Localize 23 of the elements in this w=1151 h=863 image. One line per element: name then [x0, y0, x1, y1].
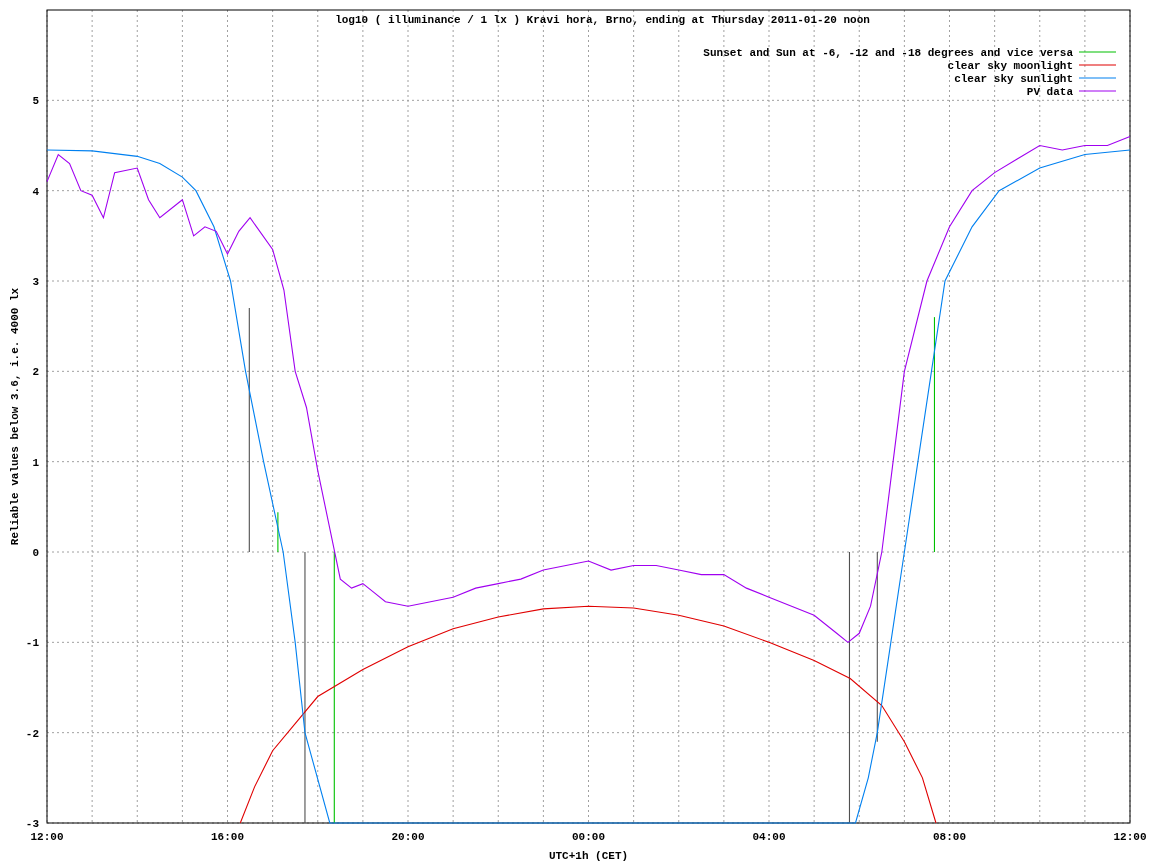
y-tick-label: -1	[25, 637, 39, 650]
y-tick-label: 1	[32, 456, 39, 469]
x-tick-label: 16:00	[211, 831, 244, 843]
legend-label: clear sky sunlight	[954, 73, 1073, 85]
y-tick-label: -3	[25, 818, 39, 830]
y-tick-label: 2	[32, 366, 39, 379]
legend-label: Sunset and Sun at -6, -12 and -18 degrees and vice versa	[703, 47, 1073, 59]
y-tick-label: -2	[25, 727, 39, 740]
x-tick-label: 12:00	[1113, 831, 1147, 843]
x-tick-label: 20:00	[391, 831, 425, 843]
legend-label: PV data	[1026, 86, 1073, 98]
chart-title: log10 ( illuminance / 1 lx ) Kravi hora, Brno, ending at Thursday 2011-01-20 noon	[335, 14, 870, 26]
legend-label: clear sky moonlight	[947, 60, 1073, 72]
x-tick-label: 08:00	[933, 831, 966, 843]
x-axis-label: UTC+1h (CET)	[548, 850, 629, 862]
x-tick-label: 00:00	[572, 831, 605, 843]
y-tick-label: 3	[32, 276, 39, 288]
y-tick-label: 5	[32, 95, 39, 108]
x-tick-label: 12:00	[30, 831, 64, 843]
y-axis-label: Reliable values below 3.6, i.e. 4000 lx	[9, 287, 21, 546]
y-tick-label: 4	[32, 185, 39, 198]
y-tick-label: 0	[32, 547, 39, 559]
x-tick-label: 04:00	[752, 831, 786, 843]
